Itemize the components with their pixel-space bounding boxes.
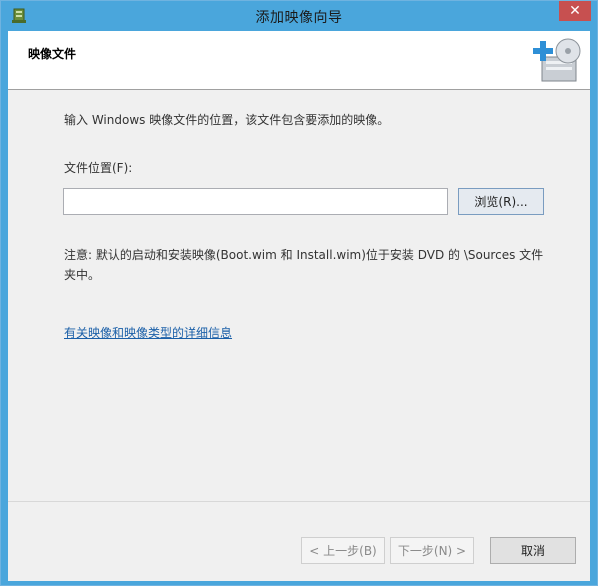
wizard-footer: < 上一步(B) 下一步(N) > 取消 <box>8 501 590 581</box>
note-text: 注意: 默认的启动和安装映像(Boot.wim 和 Install.wim)位于… <box>64 248 544 282</box>
image-details-link[interactable]: 有关映像和映像类型的详细信息 <box>64 324 232 341</box>
add-image-disc-icon <box>533 38 581 82</box>
page-title: 映像文件 <box>28 47 77 61</box>
window-title: 添加映像向导 <box>255 10 343 26</box>
wizard-header: 映像文件 <box>8 31 590 90</box>
intro-text: 输入 Windows 映像文件的位置，该文件包含要添加的映像。 <box>64 113 390 127</box>
title-bar[interactable]: 添加映像向导 ✕ <box>1 1 597 31</box>
next-button[interactable]: 下一步(N) > <box>390 537 474 564</box>
wizard-window: 添加映像向导 ✕ 映像文件 输入 Windows 映像文件的位置，该文件包含要添… <box>0 0 598 586</box>
browse-button[interactable]: 浏览(R)... <box>458 188 544 215</box>
close-button[interactable]: ✕ <box>559 1 591 21</box>
back-button[interactable]: < 上一步(B) <box>301 537 385 564</box>
cancel-button[interactable]: 取消 <box>490 537 576 564</box>
file-location-input[interactable] <box>63 188 448 215</box>
wizard-client-area: 映像文件 输入 Windows 映像文件的位置，该文件包含要添加的映像。 文件位… <box>8 31 590 581</box>
file-location-label: 文件位置(F): <box>64 161 133 175</box>
